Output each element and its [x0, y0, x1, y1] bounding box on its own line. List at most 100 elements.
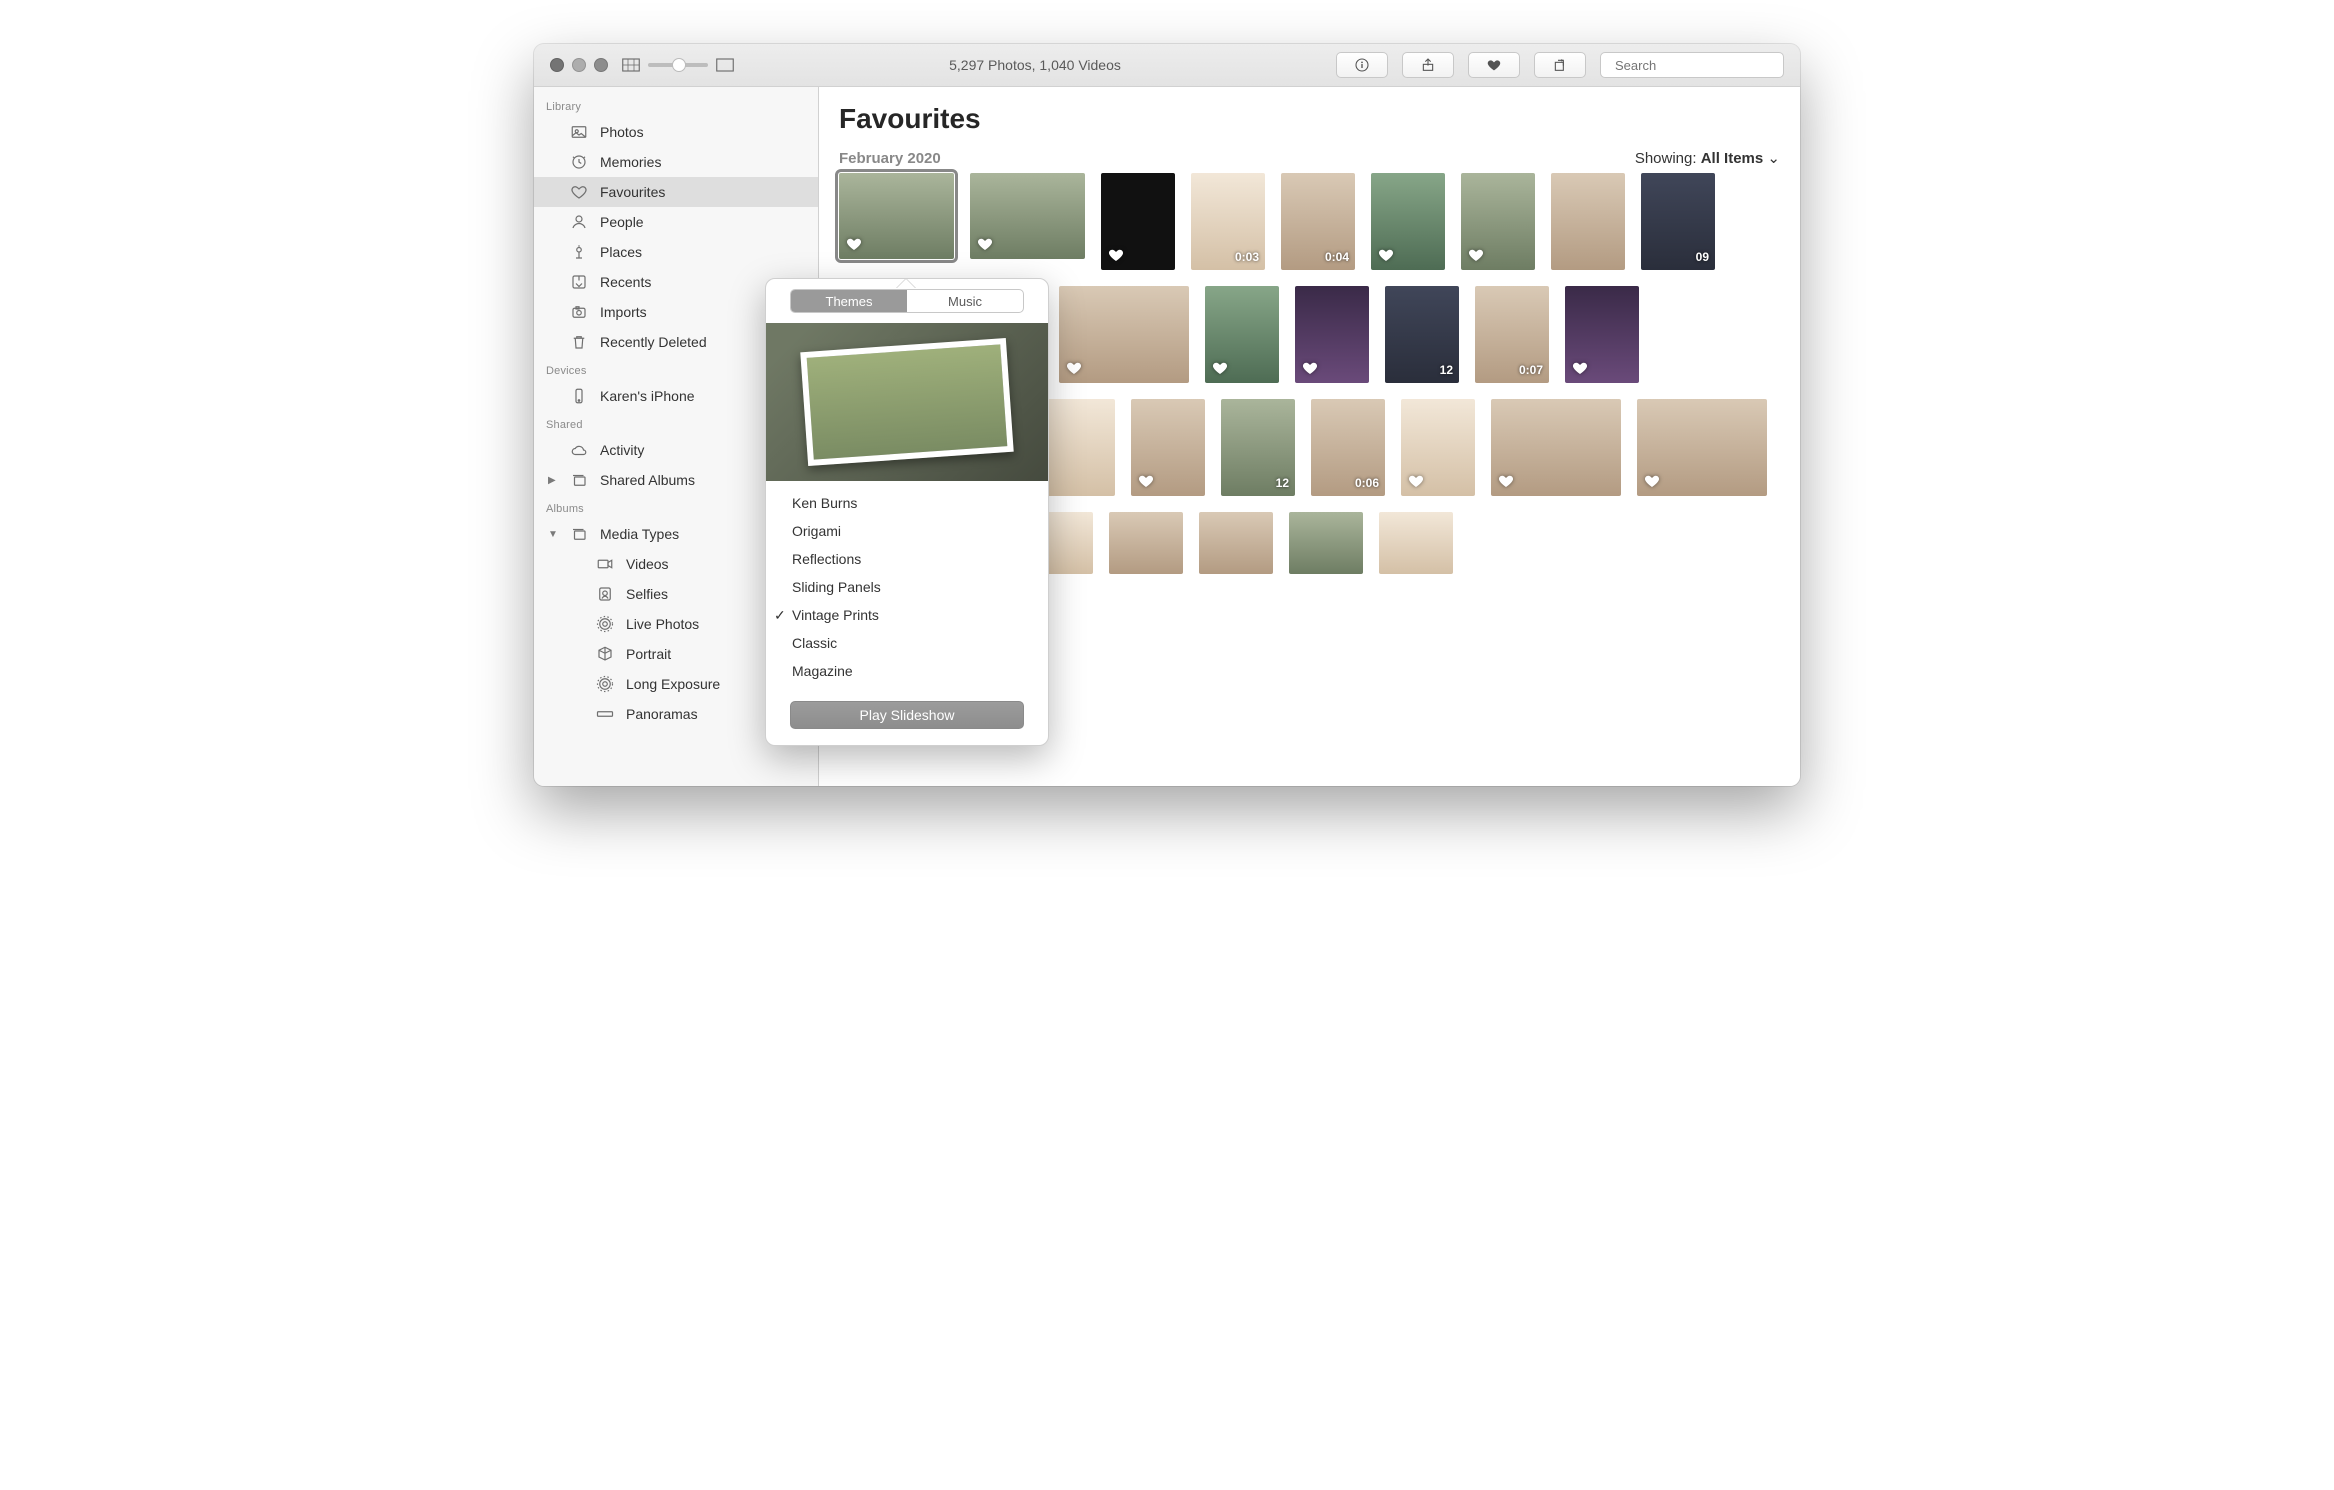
slideshow-popover: Themes Music Ken Burns Origami Reflections… — [765, 278, 1049, 746]
sidebar-item-label: Portrait — [626, 646, 671, 662]
info-button[interactable] — [1336, 52, 1388, 78]
photo-thumb[interactable] — [970, 173, 1085, 259]
photo-thumb[interactable]: 0:06 — [1311, 399, 1385, 496]
photo-thumb[interactable]: 12 — [1385, 286, 1459, 383]
chevron-down-icon: ⌄ — [1767, 150, 1780, 167]
zoom-slider[interactable] — [648, 63, 708, 67]
sidebar-item-favourites[interactable]: Favourites — [534, 177, 818, 207]
sidebar-item-label: Memories — [600, 154, 661, 170]
thumbnail-zoom[interactable] — [622, 58, 734, 72]
photo-thumb[interactable] — [1131, 399, 1205, 496]
photo-thumb[interactable] — [1565, 286, 1639, 383]
photo-thumb[interactable] — [839, 173, 954, 259]
photo-thumb[interactable]: 0:04 — [1281, 173, 1355, 270]
photo-thumb[interactable] — [1637, 399, 1767, 496]
sidebar-item-label: Favourites — [600, 184, 665, 200]
theme-option[interactable]: Classic — [766, 629, 1048, 657]
photo-thumb[interactable]: 0:07 — [1475, 286, 1549, 383]
theme-label: Reflections — [792, 551, 861, 567]
sidebar-section-header: Library — [534, 93, 818, 117]
sidebar-item-label: Selfies — [626, 586, 668, 602]
iphone-icon — [568, 387, 590, 405]
theme-label: Ken Burns — [792, 495, 857, 511]
theme-label: Sliding Panels — [792, 579, 881, 595]
video-duration: 0:06 — [1355, 476, 1379, 490]
photo-thumb[interactable] — [1199, 512, 1273, 574]
caret-right-icon: ▶ — [548, 475, 558, 486]
photo-thumb[interactable] — [1401, 399, 1475, 496]
favourite-badge-icon — [1643, 472, 1661, 490]
theme-option[interactable]: Magazine — [766, 657, 1048, 685]
favourite-button[interactable] — [1468, 52, 1520, 78]
slideshow-tabs: Themes Music — [790, 289, 1024, 313]
theme-option[interactable]: Sliding Panels — [766, 573, 1048, 601]
photo-thumb[interactable] — [1289, 512, 1363, 574]
video-icon — [594, 555, 616, 573]
search-field[interactable] — [1600, 52, 1784, 78]
tab-music[interactable]: Music — [907, 290, 1023, 312]
sidebar-item-label: Shared Albums — [600, 472, 695, 488]
grid-large-icon — [716, 58, 734, 72]
cube-icon — [594, 645, 616, 663]
favourite-badge-icon — [1571, 359, 1589, 377]
photo-thumb[interactable] — [1295, 286, 1369, 383]
photo-thumb[interactable]: 0:03 — [1191, 173, 1265, 270]
photo-thumb[interactable] — [1371, 173, 1445, 270]
page-title: Favourites — [839, 103, 1780, 135]
theme-list: Ken Burns Origami Reflections Sliding Panel… — [766, 481, 1048, 693]
sidebar-item-places[interactable]: Places — [534, 237, 818, 267]
showing-filter[interactable]: Showing: All Items ⌄ — [1635, 149, 1780, 167]
search-input[interactable] — [1613, 57, 1793, 74]
photo-thumb[interactable] — [1491, 399, 1621, 496]
theme-option[interactable]: ✓Vintage Prints — [766, 601, 1048, 629]
photo-thumb[interactable]: 09 — [1641, 173, 1715, 270]
sidebar-item-label: Imports — [600, 304, 647, 320]
cloud-icon — [568, 441, 590, 459]
photo-thumb[interactable] — [1379, 512, 1453, 574]
favourite-badge-icon — [1497, 472, 1515, 490]
window-controls — [550, 58, 608, 72]
close-window-button[interactable] — [550, 58, 564, 72]
sidebar-item-label: Panoramas — [626, 706, 698, 722]
tab-themes[interactable]: Themes — [791, 290, 907, 312]
trash-icon — [568, 333, 590, 351]
theme-preview — [766, 323, 1048, 481]
favourite-badge-icon — [845, 235, 863, 253]
photo-thumb[interactable] — [1461, 173, 1535, 270]
rotate-button[interactable] — [1534, 52, 1586, 78]
sidebar-item-label: Karen's iPhone — [600, 388, 695, 404]
play-slideshow-button[interactable]: Play Slideshow — [790, 701, 1024, 729]
photo-thumb[interactable] — [1109, 512, 1183, 574]
favourite-badge-icon — [1065, 359, 1083, 377]
imports-icon — [568, 303, 590, 321]
theme-option[interactable]: Reflections — [766, 545, 1048, 573]
theme-option[interactable]: Ken Burns — [766, 489, 1048, 517]
sidebar-item-label: Activity — [600, 442, 644, 458]
sidebar-item-people[interactable]: People — [534, 207, 818, 237]
photo-thumb[interactable] — [1059, 286, 1189, 383]
photo-thumb[interactable] — [1205, 286, 1279, 383]
sidebar-item-label: Recently Deleted — [600, 334, 707, 350]
stack-icon — [568, 471, 590, 489]
share-button[interactable] — [1402, 52, 1454, 78]
sidebar-item-label: Live Photos — [626, 616, 699, 632]
fullscreen-window-button[interactable] — [594, 58, 608, 72]
theme-option[interactable]: Origami — [766, 517, 1048, 545]
checkmark-icon: ✓ — [774, 607, 792, 624]
favourite-badge-icon — [1407, 472, 1425, 490]
theme-label: Classic — [792, 635, 837, 651]
sidebar-item-label: Recents — [600, 274, 651, 290]
photo-thumb[interactable]: 12 — [1221, 399, 1295, 496]
video-duration: 0:03 — [1235, 250, 1259, 264]
video-duration: 0:04 — [1325, 250, 1349, 264]
photo-thumb[interactable] — [1101, 173, 1175, 270]
sidebar-item-memories[interactable]: Memories — [534, 147, 818, 177]
photos-icon — [568, 123, 590, 141]
section-date: February 2020 — [839, 150, 941, 167]
minimize-window-button[interactable] — [572, 58, 586, 72]
sidebar-item-photos[interactable]: Photos — [534, 117, 818, 147]
person-icon — [568, 213, 590, 231]
photo-thumb[interactable] — [1551, 173, 1625, 270]
memories-icon — [568, 153, 590, 171]
sidebar-item-label: Videos — [626, 556, 669, 572]
